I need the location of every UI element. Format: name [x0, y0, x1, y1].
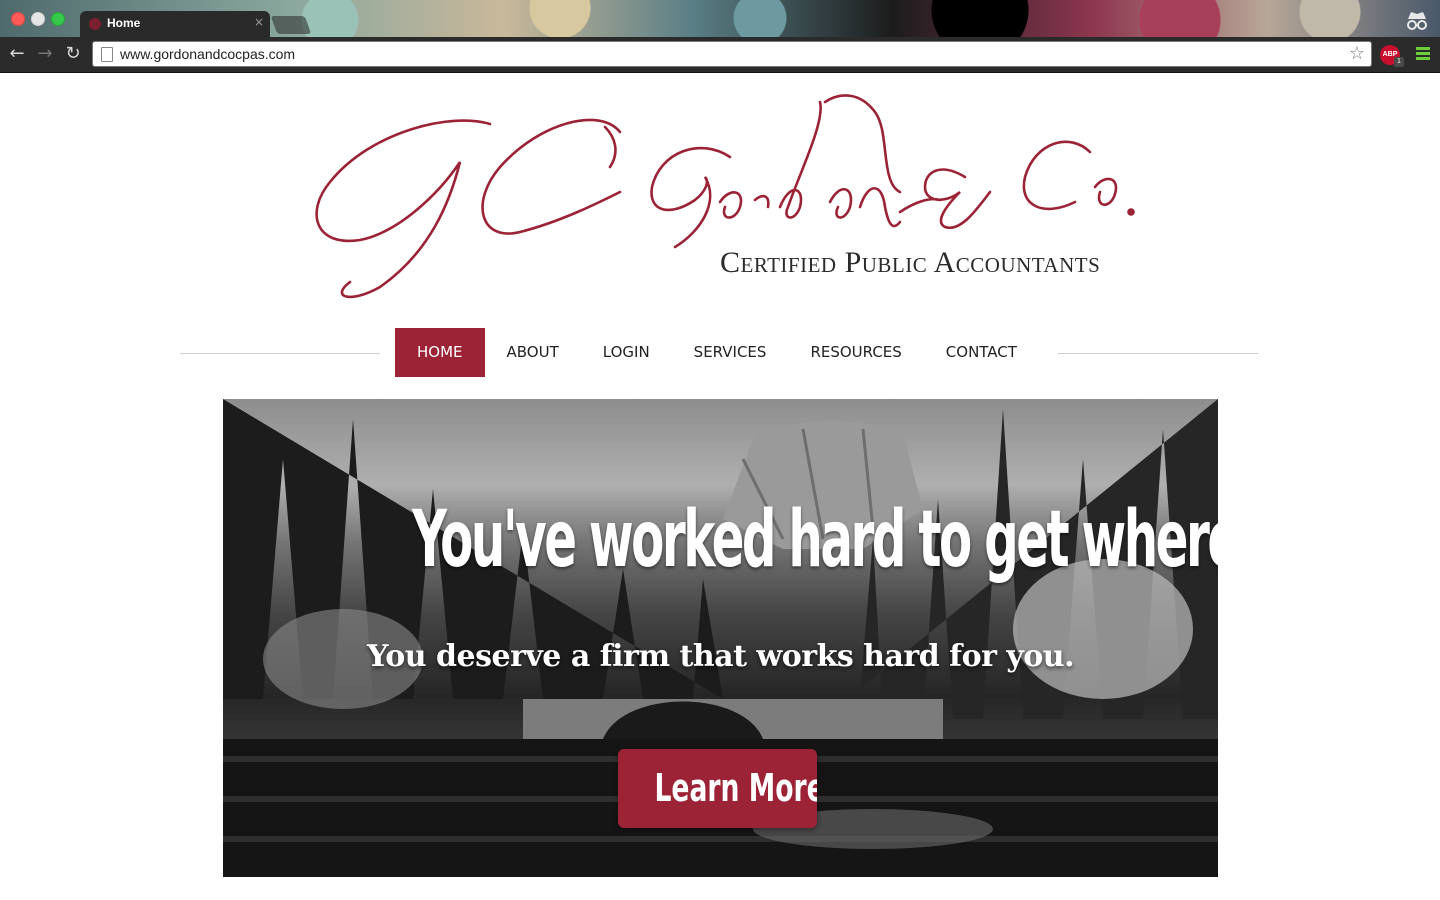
browser-menu-icon[interactable] — [1416, 47, 1430, 61]
browser-tab-strip: Home × — [0, 0, 1440, 37]
learn-more-label: Learn More — [654, 766, 817, 810]
page-icon — [101, 47, 113, 62]
hero-subheadline: You deserve a firm that works hard for y… — [366, 639, 1075, 674]
main-nav: HOME ABOUT LOGIN SERVICES RESOURCES CONT… — [395, 328, 1039, 377]
nav-item-contact[interactable]: CONTACT — [924, 328, 1039, 377]
nav-item-login[interactable]: LOGIN — [581, 328, 672, 377]
tab-close-icon[interactable]: × — [254, 15, 264, 29]
window-close-button[interactable] — [11, 12, 25, 26]
hero-headline: You've worked hard to get where you are. — [412, 495, 1218, 585]
learn-more-button[interactable]: Learn More — [618, 749, 817, 828]
site-favicon-icon — [89, 18, 101, 30]
address-bar[interactable]: www.gordonandcocpas.com ☆ — [92, 41, 1372, 67]
nav-divider-left — [180, 353, 380, 354]
nav-item-services[interactable]: SERVICES — [672, 328, 789, 377]
reload-icon[interactable]: ↻ — [62, 43, 84, 65]
nav-item-about[interactable]: ABOUT — [485, 328, 581, 377]
adblock-badge: 1 — [1394, 57, 1404, 67]
browser-tab-active[interactable]: Home × — [80, 11, 270, 37]
nav-item-resources[interactable]: RESOURCES — [788, 328, 923, 377]
bookmark-star-icon[interactable]: ☆ — [1349, 43, 1365, 64]
site-logo[interactable]: Certified Public Accountants — [300, 82, 1140, 312]
hero-banner: You've worked hard to get where you are.… — [223, 399, 1218, 877]
nav-item-home[interactable]: HOME — [395, 328, 485, 377]
logo-tagline: Certified Public Accountants — [720, 246, 1101, 279]
url-text[interactable]: www.gordonandcocpas.com — [120, 46, 295, 62]
incognito-icon — [1407, 12, 1427, 30]
browser-toolbar: ← → ↻ www.gordonandcocpas.com ☆ — [0, 37, 1440, 73]
window-minimize-button[interactable] — [31, 12, 45, 26]
back-arrow-icon[interactable]: ← — [6, 43, 28, 65]
nav-divider-right — [1058, 353, 1258, 354]
new-tab-button[interactable] — [270, 16, 312, 34]
forward-arrow-icon[interactable]: → — [34, 43, 56, 65]
tab-title: Home — [107, 16, 141, 30]
window-maximize-button[interactable] — [51, 12, 65, 26]
